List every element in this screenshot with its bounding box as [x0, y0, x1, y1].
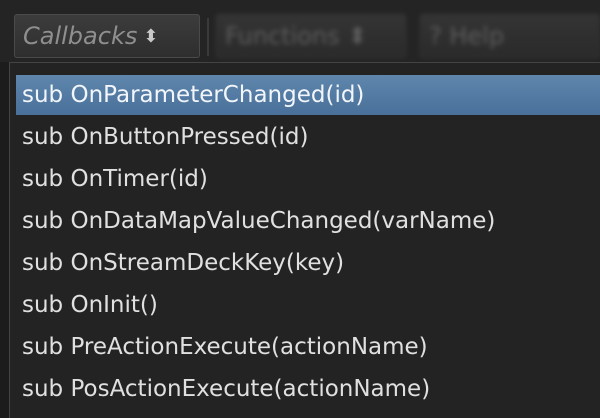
menu-item-on-stream-deck-key[interactable]: sub OnStreamDeckKey(key): [16, 243, 600, 283]
callbacks-label: Callbacks: [23, 22, 138, 50]
menu-item-pre-action-execute[interactable]: sub PreActionExecute(actionName): [16, 327, 600, 367]
menu-item-on-data-map-value-changed[interactable]: sub OnDataMapValueChanged(varName): [16, 201, 600, 241]
functions-dropdown-button[interactable]: Functions ⬍: [216, 14, 406, 58]
functions-label: Functions ⬍: [225, 22, 368, 50]
toolbar: Callbacks ⬍ Functions ⬍ ? Help: [0, 0, 600, 62]
callbacks-dropdown-button[interactable]: Callbacks ⬍: [14, 14, 200, 58]
menu-item-pos-action-execute[interactable]: sub PosActionExecute(actionName): [16, 369, 600, 409]
callbacks-dropdown-menu: sub OnParameterChanged(id) sub OnButtonP…: [9, 62, 600, 418]
menu-item-on-button-pressed[interactable]: sub OnButtonPressed(id): [16, 117, 600, 157]
help-button[interactable]: ? Help: [420, 14, 600, 58]
menu-item-on-init[interactable]: sub OnInit(): [16, 285, 600, 325]
toolbar-divider: [207, 18, 209, 56]
up-down-arrows-icon: ⬍: [143, 25, 159, 47]
menu-item-on-timer[interactable]: sub OnTimer(id): [16, 159, 600, 199]
menu-item-on-parameter-changed[interactable]: sub OnParameterChanged(id): [16, 75, 600, 115]
help-label: ? Help: [429, 22, 505, 50]
